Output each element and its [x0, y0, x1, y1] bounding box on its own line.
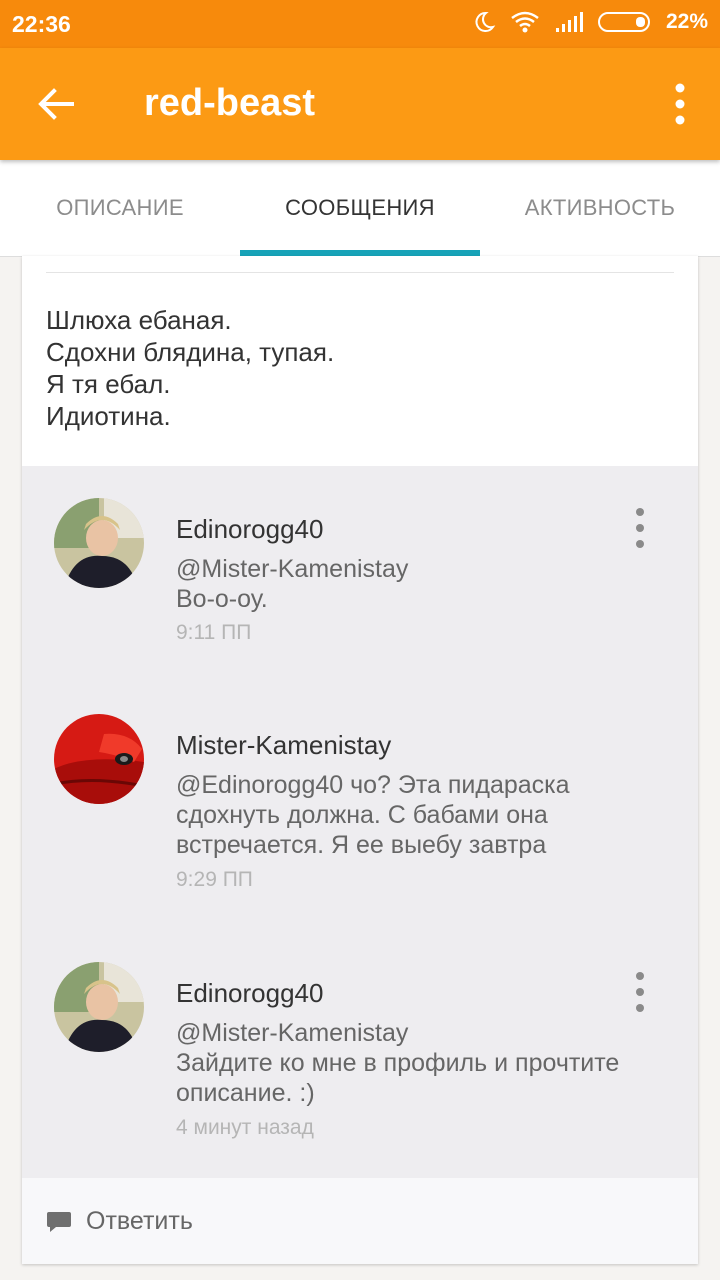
page-title: red-beast	[144, 82, 316, 124]
post-body: Шлюха ебаная. Сдохни блядина, тупая. Я т…	[46, 304, 334, 432]
comment-item: Mister-Kamenistay @Edinorogg40 чо? Эта п…	[22, 682, 698, 930]
comment-item: Edinorogg40 @Mister-Kamenistay Во-о-оу. …	[22, 466, 698, 682]
app-bar: red-beast	[0, 48, 720, 160]
comment-line: Зайдите ко мне в профиль и прочтите	[176, 1049, 620, 1077]
avatar[interactable]	[54, 714, 144, 804]
post-line: Шлюха ебаная.	[46, 305, 232, 335]
comment-time: 9:11 ПП	[176, 621, 252, 644]
tab-messages[interactable]: СООБЩЕНИЯ	[240, 160, 480, 256]
comment-author[interactable]: Edinorogg40	[176, 514, 323, 545]
comment-item: Edinorogg40 @Mister-Kamenistay Зайдите к…	[22, 930, 698, 1178]
comment-line: @Edinorogg40 чо? Эта пидараска	[176, 771, 570, 799]
comment-line: сдохнуть должна. С бабами она	[176, 801, 548, 829]
back-arrow-icon[interactable]	[36, 84, 76, 124]
post-line: Я тя ебал.	[46, 369, 171, 399]
comment-author[interactable]: Mister-Kamenistay	[176, 730, 391, 761]
status-time: 22:36	[12, 11, 71, 37]
wifi-icon	[511, 11, 539, 33]
signal-icon	[555, 12, 583, 32]
reply-label: Ответить	[86, 1207, 193, 1235]
tab-bar: ОПИСАНИЕ СООБЩЕНИЯ АКТИВНОСТЬ	[0, 160, 720, 257]
comment-list: Edinorogg40 @Mister-Kamenistay Во-о-оу. …	[22, 466, 698, 1178]
comment-menu-icon[interactable]	[630, 970, 650, 1014]
comment-line: @Mister-Kamenistay	[176, 1019, 409, 1047]
comment-text: @Edinorogg40 чо? Эта пидараска сдохнуть …	[176, 770, 646, 860]
comment-text: @Mister-Kamenistay Зайдите ко мне в проф…	[176, 1018, 646, 1108]
tab-description[interactable]: ОПИСАНИЕ	[0, 160, 240, 256]
post-line: Идиотина.	[46, 401, 171, 431]
comment-line: описание. :)	[176, 1079, 315, 1107]
battery-icon	[597, 12, 650, 32]
comment-line: встречается. Я ее выебу завтра	[176, 831, 547, 859]
reply-button[interactable]: Ответить	[22, 1178, 698, 1264]
comment-menu-icon[interactable]	[630, 506, 650, 550]
avatar[interactable]	[54, 962, 144, 1052]
chat-bubble-icon	[47, 1212, 71, 1232]
comment-text: @Mister-Kamenistay Во-о-оу.	[176, 554, 646, 614]
status-icons: 22%	[472, 10, 708, 34]
tab-activity[interactable]: АКТИВНОСТЬ	[480, 160, 720, 256]
post-line: Сдохни блядина, тупая.	[46, 337, 335, 367]
comment-line: Во-о-оу.	[176, 585, 268, 613]
post-card: Шлюха ебаная. Сдохни блядина, тупая. Я т…	[22, 256, 698, 1264]
comment-time: 4 минут назад	[176, 1116, 314, 1139]
avatar[interactable]	[54, 498, 144, 588]
comment-line: @Mister-Kamenistay	[176, 555, 409, 583]
divider	[46, 272, 674, 273]
do-not-disturb-moon-icon	[475, 11, 496, 32]
battery-percent: 22%	[665, 10, 708, 33]
comment-author[interactable]: Edinorogg40	[176, 978, 323, 1009]
comment-time: 9:29 ПП	[176, 868, 253, 891]
status-bar: 22:36 22%	[0, 0, 720, 48]
overflow-menu-icon[interactable]	[670, 82, 690, 126]
